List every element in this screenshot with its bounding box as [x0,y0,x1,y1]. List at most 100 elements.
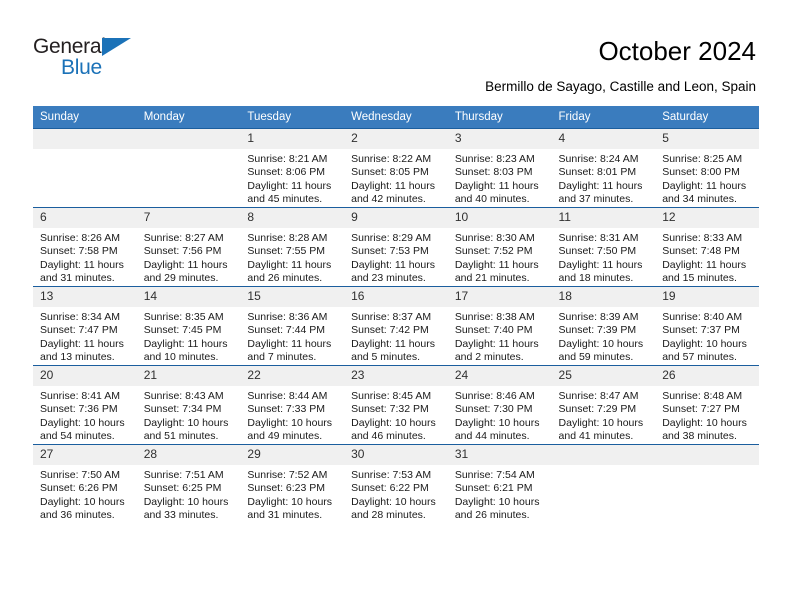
daylight-duration-line2: and 13 minutes. [40,350,115,363]
calendar-day-cell[interactable]: 31 Sunrise: 7:54 AM Sunset: 6:21 PM Dayligh… [447,444,552,523]
calendar-week-row: 6 Sunrise: 8:26 AM Sunset: 7:58 PM Daylight… [33,207,759,287]
sunset-time: Sunset: 7:32 PM [351,403,429,416]
day-sun-info: Sunrise: 8:28 AM Sunset: 7:55 PM Daylight:… [240,228,344,285]
daylight-duration-line1: Daylight: 10 hours [143,416,229,429]
calendar-day-cell[interactable]: 10 Sunrise: 8:30 AM Sunset: 7:52 PM Dayligh… [447,207,552,287]
daylight-duration-line2: and 33 minutes. [143,508,219,521]
calendar-day-cell[interactable]: 20 Sunrise: 8:41 AM Sunset: 7:36 PM Dayligh… [33,365,137,445]
day-number: 9 [344,208,448,228]
sunrise-time: Sunrise: 8:21 AM [247,153,328,165]
calendar-day-cell[interactable]: 21 Sunrise: 8:43 AM Sunset: 7:34 PM Dayligh… [136,365,241,445]
sunset-time: Sunset: 7:33 PM [247,403,326,416]
calendar-day-cell[interactable]: 6 Sunrise: 8:26 AM Sunset: 7:58 PM Daylight… [33,207,137,287]
calendar-day-cell-empty [136,128,241,208]
sunrise-time: Sunrise: 8:44 AM [247,390,328,402]
day-sun-info: Sunrise: 8:22 AM Sunset: 8:05 PM Daylight:… [344,149,448,206]
day-sun-info: Sunrise: 7:50 AM Sunset: 6:26 PM Daylight:… [33,465,137,522]
calendar-day-cell[interactable]: 23 Sunrise: 8:45 AM Sunset: 7:32 PM Dayligh… [344,365,448,445]
day-number [136,129,241,149]
weekday-header-monday: Monday [136,106,241,129]
calendar-day-cell[interactable]: 2 Sunrise: 8:22 AM Sunset: 8:05 PM Daylight… [344,128,448,208]
daylight-duration-line2: and 42 minutes. [351,192,426,205]
calendar-day-cell[interactable]: 17 Sunrise: 8:38 AM Sunset: 7:40 PM Dayligh… [447,286,552,366]
calendar-day-cell[interactable]: 5 Sunrise: 8:25 AM Sunset: 8:00 PM Daylight… [655,128,759,208]
calendar-day-cell[interactable]: 18 Sunrise: 8:39 AM Sunset: 7:39 PM Dayligh… [551,286,656,366]
daylight-duration-line1: Daylight: 11 hours [351,179,435,192]
day-sun-info: Sunrise: 8:25 AM Sunset: 8:00 PM Daylight:… [655,149,759,206]
day-number: 7 [136,208,241,228]
sunset-time: Sunset: 6:21 PM [454,482,533,495]
calendar-day-cell[interactable]: 28 Sunrise: 7:51 AM Sunset: 6:25 PM Dayligh… [136,444,241,523]
daylight-duration-line1: Daylight: 10 hours [454,416,540,429]
calendar-day-cell[interactable]: 26 Sunrise: 8:48 AM Sunset: 7:27 PM Dayligh… [655,365,759,445]
day-sun-info: Sunrise: 8:40 AM Sunset: 7:37 PM Daylight:… [655,307,759,364]
calendar-day-cell[interactable]: 3 Sunrise: 8:23 AM Sunset: 8:03 PM Daylight… [447,128,552,208]
sunrise-time: Sunrise: 8:26 AM [40,232,120,244]
weekday-header-tuesday: Tuesday [240,106,345,129]
calendar-day-cell[interactable]: 22 Sunrise: 8:44 AM Sunset: 7:33 PM Dayligh… [240,365,345,445]
day-number: 26 [655,366,759,386]
sunset-time: Sunset: 7:53 PM [351,245,429,258]
daylight-duration-line1: Daylight: 10 hours [558,337,644,350]
sunrise-time: Sunrise: 8:39 AM [558,311,639,323]
calendar-day-cell[interactable]: 30 Sunrise: 7:53 AM Sunset: 6:22 PM Dayligh… [344,444,448,523]
daylight-duration-line1: Daylight: 10 hours [40,495,125,508]
page-title: October 2024 [598,36,756,66]
day-number: 15 [240,287,345,307]
day-number [655,445,759,465]
day-sun-info: Sunrise: 8:34 AM Sunset: 7:47 PM Daylight:… [33,307,137,364]
day-number: 20 [33,366,137,386]
sunset-time: Sunset: 7:29 PM [558,403,637,416]
sunset-time: Sunset: 7:56 PM [143,245,222,258]
day-number: 16 [344,287,448,307]
sunrise-time: Sunrise: 8:40 AM [662,311,743,323]
calendar-day-cell[interactable]: 25 Sunrise: 8:47 AM Sunset: 7:29 PM Dayligh… [551,365,656,445]
day-number: 2 [344,129,448,149]
calendar-day-cell[interactable]: 13 Sunrise: 8:34 AM Sunset: 7:47 PM Dayligh… [33,286,137,366]
calendar-day-cell[interactable]: 1 Sunrise: 8:21 AM Sunset: 8:06 PM Daylight… [240,128,345,208]
page-header: General Blue October 2024 Bermillo de Sa… [0,0,792,108]
daylight-duration-line2: and 29 minutes. [143,271,219,284]
daylight-duration-line2: and 54 minutes. [40,429,115,442]
day-sun-info: Sunrise: 7:52 AM Sunset: 6:23 PM Daylight:… [240,465,344,522]
day-sun-info: Sunrise: 7:51 AM Sunset: 6:25 PM Daylight:… [137,465,241,522]
calendar-day-cell[interactable]: 8 Sunrise: 8:28 AM Sunset: 7:55 PM Daylight… [240,207,345,287]
calendar-day-cell[interactable]: 4 Sunrise: 8:24 AM Sunset: 8:01 PM Daylight… [551,128,656,208]
calendar-page: General Blue October 2024 Bermillo de Sa… [0,0,792,612]
calendar-day-cell[interactable]: 16 Sunrise: 8:37 AM Sunset: 7:42 PM Dayligh… [344,286,448,366]
calendar-day-cell[interactable]: 9 Sunrise: 8:29 AM Sunset: 7:53 PM Daylight… [344,207,448,287]
daylight-duration-line1: Daylight: 11 hours [351,337,435,350]
day-number: 23 [344,366,448,386]
calendar-day-cell[interactable]: 7 Sunrise: 8:27 AM Sunset: 7:56 PM Daylight… [136,207,241,287]
general-blue-logo[interactable]: General Blue [33,36,153,82]
daylight-duration-line1: Daylight: 11 hours [40,337,124,350]
calendar-day-cell[interactable]: 24 Sunrise: 8:46 AM Sunset: 7:30 PM Dayligh… [447,365,552,445]
day-number: 3 [447,129,552,149]
calendar-week-row: 1 Sunrise: 8:21 AM Sunset: 8:06 PM Daylight… [33,128,759,208]
logo-text-general: General [33,35,106,58]
day-sun-info: Sunrise: 8:35 AM Sunset: 7:45 PM Daylight:… [137,307,241,364]
daylight-duration-line1: Daylight: 10 hours [558,416,644,429]
calendar-day-cell[interactable]: 19 Sunrise: 8:40 AM Sunset: 7:37 PM Dayligh… [655,286,759,366]
calendar-day-cell[interactable]: 27 Sunrise: 7:50 AM Sunset: 6:26 PM Dayligh… [33,444,137,523]
day-number: 11 [551,208,656,228]
day-number: 13 [33,287,137,307]
sunrise-time: Sunrise: 8:25 AM [662,153,743,165]
calendar-day-cell[interactable]: 11 Sunrise: 8:31 AM Sunset: 7:50 PM Dayligh… [551,207,656,287]
sunrise-time: Sunrise: 8:38 AM [454,311,535,323]
calendar-day-cell[interactable]: 29 Sunrise: 7:52 AM Sunset: 6:23 PM Dayligh… [240,444,345,523]
sunset-time: Sunset: 7:52 PM [454,245,533,258]
sunset-time: Sunset: 8:05 PM [351,166,429,179]
day-number: 17 [447,287,552,307]
sunset-time: Sunset: 8:00 PM [662,166,740,179]
sunset-time: Sunset: 7:55 PM [247,245,326,258]
daylight-duration-line2: and 36 minutes. [40,508,115,521]
calendar-day-cell[interactable]: 15 Sunrise: 8:36 AM Sunset: 7:44 PM Dayligh… [240,286,345,366]
calendar-day-cell[interactable]: 12 Sunrise: 8:33 AM Sunset: 7:48 PM Dayligh… [655,207,759,287]
calendar-day-cell[interactable]: 14 Sunrise: 8:35 AM Sunset: 7:45 PM Dayligh… [136,286,241,366]
day-sun-info: Sunrise: 8:26 AM Sunset: 7:58 PM Daylight:… [33,228,137,285]
daylight-duration-line1: Daylight: 11 hours [143,258,228,271]
sunset-time: Sunset: 8:06 PM [247,166,326,179]
day-sun-info: Sunrise: 8:31 AM Sunset: 7:50 PM Daylight:… [552,228,656,285]
sunrise-time: Sunrise: 8:33 AM [662,232,743,244]
